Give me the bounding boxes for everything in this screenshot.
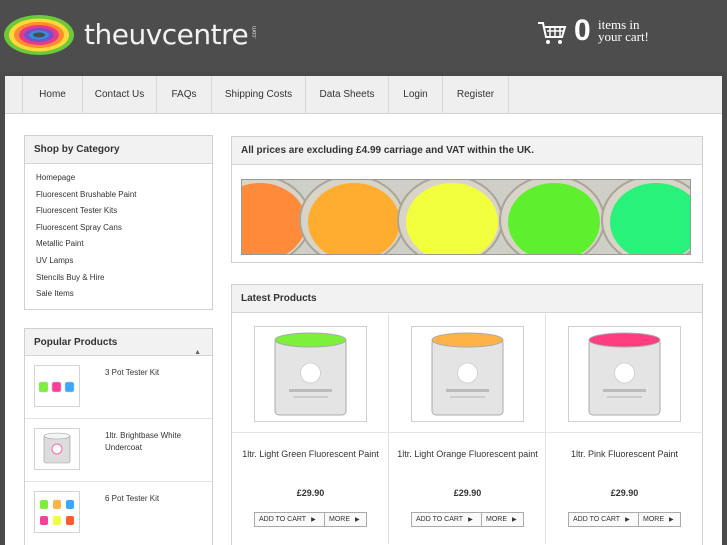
product-image[interactable] <box>568 326 681 422</box>
logo-rings-icon[interactable] <box>3 14 75 56</box>
cart-summary[interactable]: items in your cart! <box>598 18 649 44</box>
latest-products-box: Latest Products 1ltr. Light Green Fluore… <box>231 284 703 545</box>
shopping-cart-icon[interactable] <box>537 20 567 46</box>
add-to-cart-button[interactable]: ADD TO CART ▶ <box>411 512 482 527</box>
nav-home[interactable]: Home <box>22 76 83 114</box>
popular-item-name[interactable]: 6 Pot Tester Kit <box>105 493 205 505</box>
category-item-spray-cans[interactable]: Fluorescent Spray Cans <box>36 220 212 237</box>
more-label: MORE <box>329 516 350 523</box>
product-price: £29.90 <box>453 488 482 498</box>
paint-tin-icon <box>43 432 71 464</box>
main-nav: Home Contact Us FAQs Shipping Costs Data… <box>5 76 722 114</box>
popular-item[interactable]: 3 Pot Tester Kit <box>25 357 212 419</box>
nav-register[interactable]: Register <box>443 76 509 114</box>
popular-item-name[interactable]: 3 Pot Tester Kit <box>105 367 205 379</box>
tester-pots-6-icon <box>40 500 74 525</box>
product-image[interactable] <box>411 326 524 422</box>
logo-suffix: .com <box>252 26 258 40</box>
add-to-cart-label: ADD TO CART <box>416 516 464 523</box>
product-card: 1ltr. Light Green Fluorescent Paint £29.… <box>232 314 389 544</box>
popular-title: Popular Products <box>34 337 118 348</box>
notice-box: All prices are excluding £4.99 carriage … <box>231 136 703 263</box>
category-list: Homepage Fluorescent Brushable Paint Flu… <box>25 164 212 303</box>
paint-tin-green-icon <box>274 332 347 416</box>
site-header: theuvcentre .com 0 items in your cart! <box>0 0 727 72</box>
popular-item[interactable]: 1ltr. Brightbase White Undercoat <box>25 420 212 482</box>
add-to-cart-button[interactable]: ADD TO CART ▶ <box>254 512 325 527</box>
product-thumbnail[interactable] <box>34 491 80 533</box>
nav-shipping-costs[interactable]: Shipping Costs <box>212 76 306 114</box>
add-to-cart-button[interactable]: ADD TO CART ▶ <box>568 512 639 527</box>
more-label: MORE <box>643 516 664 523</box>
category-box: Shop by Category Homepage Fluorescent Br… <box>24 135 213 310</box>
logo-text[interactable]: theuvcentre <box>84 18 249 51</box>
product-name[interactable]: 1ltr. Light Green Fluorescent Paint <box>232 432 389 476</box>
paint-tins-banner-image <box>242 180 690 254</box>
product-thumbnail[interactable] <box>34 428 80 470</box>
category-item-sale-items[interactable]: Sale Items <box>36 286 212 303</box>
category-item-homepage[interactable]: Homepage <box>36 170 212 187</box>
popular-item-name[interactable]: 1ltr. Brightbase White Undercoat <box>105 430 205 454</box>
cart-text-line2: your cart! <box>598 29 649 44</box>
product-thumbnail[interactable] <box>34 365 80 407</box>
category-item-uv-lamps[interactable]: UV Lamps <box>36 253 212 270</box>
nav-data-sheets[interactable]: Data Sheets <box>306 76 389 114</box>
add-to-cart-label: ADD TO CART <box>259 516 307 523</box>
popular-item[interactable]: 6 Pot Tester Kit <box>25 483 212 545</box>
latest-products-title: Latest Products <box>232 285 702 313</box>
add-to-cart-label: ADD TO CART <box>573 516 621 523</box>
paint-tin-orange-icon <box>431 332 504 416</box>
play-arrow-icon: ▶ <box>669 517 674 523</box>
tester-pots-3-icon <box>38 381 75 393</box>
price-notice: All prices are excluding £4.99 carriage … <box>232 137 702 165</box>
category-item-stencils[interactable]: Stencils Buy & Hire <box>36 270 212 287</box>
play-arrow-icon: ▶ <box>625 517 630 523</box>
play-arrow-icon: ▶ <box>512 517 517 523</box>
more-label: MORE <box>486 516 507 523</box>
product-card: 1ltr. Light Orange Fluorescent paint £29… <box>389 314 546 544</box>
page-content: Home Contact Us FAQs Shipping Costs Data… <box>5 76 722 545</box>
product-card: 1ltr. Pink Fluorescent Paint £29.90 ADD … <box>546 314 703 544</box>
category-title: Shop by Category <box>25 136 212 164</box>
product-image[interactable] <box>254 326 367 422</box>
play-arrow-icon: ▶ <box>355 517 360 523</box>
play-arrow-icon: ▶ <box>468 517 473 523</box>
product-price: £29.90 <box>296 488 325 498</box>
category-item-brushable-paint[interactable]: Fluorescent Brushable Paint <box>36 187 212 204</box>
product-name[interactable]: 1ltr. Light Orange Fluorescent paint <box>389 432 546 476</box>
category-item-tester-kits[interactable]: Fluorescent Tester Kits <box>36 203 212 220</box>
product-price: £29.90 <box>610 488 639 498</box>
nav-faqs[interactable]: FAQs <box>157 76 212 114</box>
more-button[interactable]: MORE ▶ <box>324 512 367 527</box>
nav-login[interactable]: Login <box>389 76 443 114</box>
nav-contact-us[interactable]: Contact Us <box>83 76 157 114</box>
play-arrow-icon: ▶ <box>311 517 316 523</box>
popular-box: Popular Products ▲ 3 Pot Tester Kit 1ltr… <box>24 328 213 545</box>
paint-banner[interactable] <box>241 179 691 255</box>
product-name[interactable]: 1ltr. Pink Fluorescent Paint <box>546 432 703 476</box>
category-item-metallic-paint[interactable]: Metallic Paint <box>36 236 212 253</box>
paint-tin-pink-icon <box>588 332 661 416</box>
popular-header: Popular Products ▲ <box>25 329 212 356</box>
more-button[interactable]: MORE ▶ <box>638 512 681 527</box>
cart-count[interactable]: 0 <box>574 14 591 48</box>
more-button[interactable]: MORE ▶ <box>481 512 524 527</box>
